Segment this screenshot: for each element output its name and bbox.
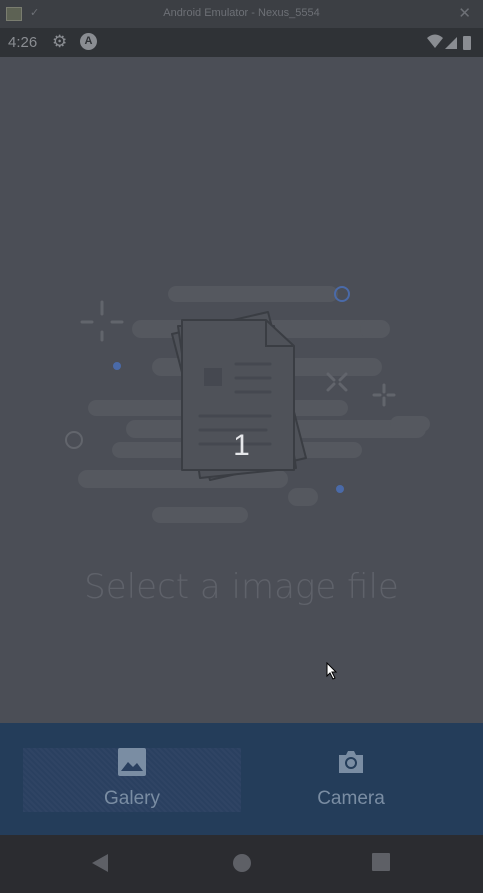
status-time: 4:26 (8, 34, 38, 51)
back-icon[interactable] (91, 853, 109, 873)
battery-icon (463, 36, 471, 50)
mouse-cursor-icon (326, 662, 338, 680)
page-number-label: 1 (233, 429, 250, 462)
window-title: Android Emulator - Nexus_5554 (163, 7, 320, 19)
notification-a-icon: A (80, 33, 97, 50)
nav-galery-label: Galery (104, 788, 160, 809)
signal-icon (445, 37, 457, 49)
close-icon[interactable]: ✕ (458, 4, 471, 22)
select-image-prompt: Select a image file (84, 567, 399, 607)
recents-icon[interactable] (372, 853, 390, 871)
nav-camera-label: Camera (317, 788, 385, 809)
system-navigation-bar (0, 835, 483, 893)
window-titlebar: ✓ Android Emulator - Nexus_5554 ✕ (0, 0, 483, 28)
gear-icon: ⚙ (52, 32, 68, 51)
main-content[interactable]: 1 Select a image file (0, 57, 483, 723)
home-icon[interactable] (232, 853, 252, 873)
empty-files-illustration (65, 286, 430, 523)
nav-camera[interactable]: Camera (242, 748, 460, 812)
status-icons (425, 33, 475, 55)
nav-galery[interactable]: Galery (23, 748, 241, 812)
bottom-navigation: Galery Camera (0, 723, 483, 835)
camera-icon (339, 751, 363, 773)
image-icon (118, 748, 146, 776)
status-bar: 4:26 ⚙ A (0, 28, 483, 57)
wifi-icon (427, 34, 443, 48)
